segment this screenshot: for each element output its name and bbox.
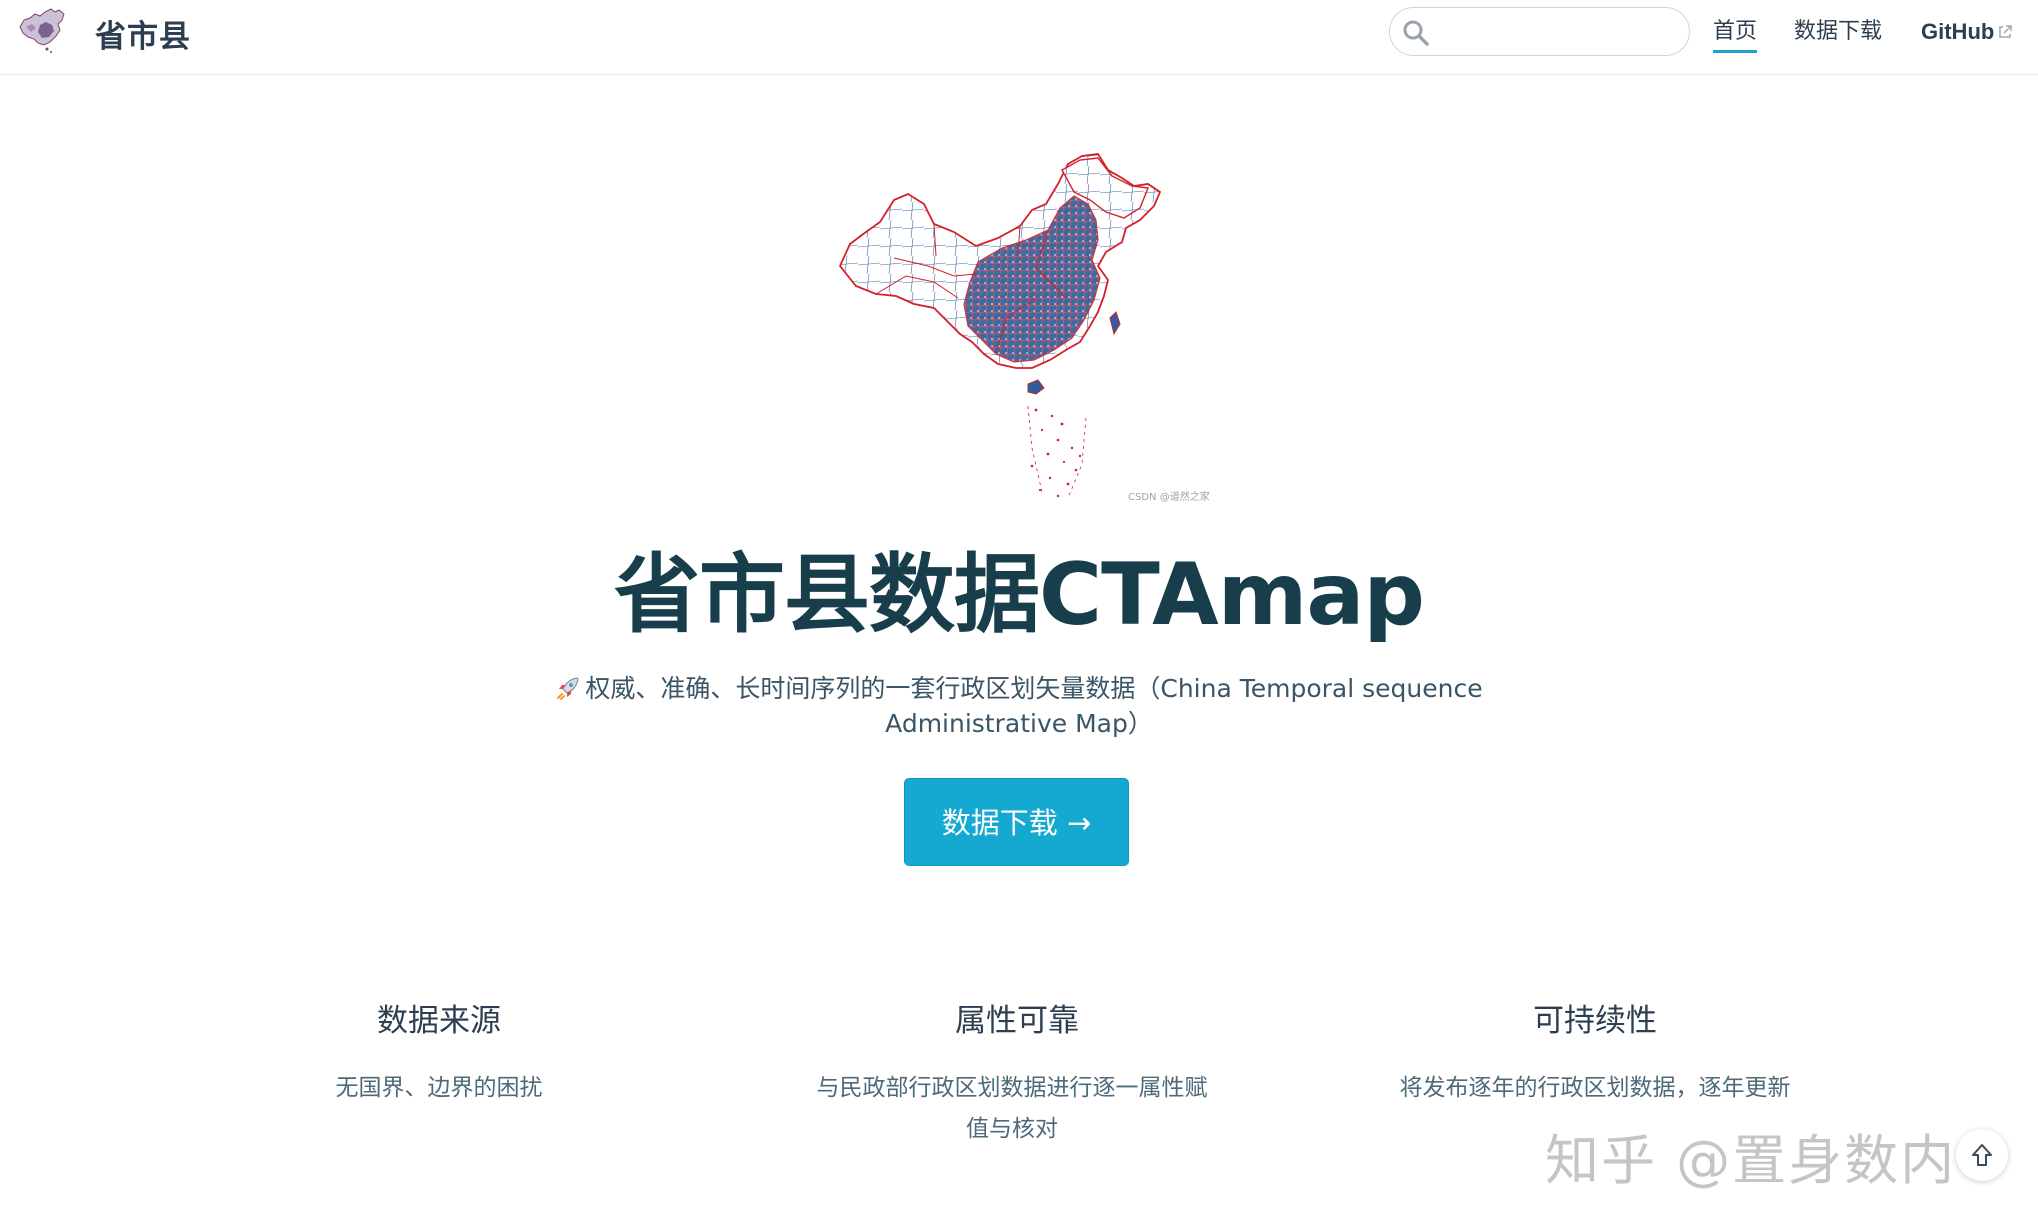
external-link-icon	[1999, 25, 2012, 38]
data-download-button[interactable]: 数据下载 →	[904, 778, 1129, 866]
rocket-icon	[557, 677, 579, 700]
feature-text: 无国界、边界的困扰	[335, 1075, 543, 1101]
back-to-top-button[interactable]	[1956, 1129, 2008, 1181]
navbar: 省市县 首页 数据下载 GitHub	[0, 0, 2038, 75]
arrow-up-icon	[1972, 1144, 1992, 1166]
nav-link-github[interactable]: GitHub	[1921, 17, 1994, 47]
search-input[interactable]	[1438, 14, 1678, 50]
image-caption: CSDN @道然之家	[1128, 492, 1210, 503]
hero-description-line2: Administrative Map）	[885, 709, 1153, 738]
hero-title: 省市县数据CTAmap	[614, 545, 1425, 645]
feature-title: 数据来源	[377, 1003, 501, 1039]
hero-description-line1: 权威、准确、长时间序列的一套行政区划矢量数据（China Temporal se…	[585, 674, 1483, 703]
nav-link-home[interactable]: 首页	[1713, 17, 1758, 53]
china-map-logo-icon[interactable]	[14, 5, 72, 57]
nav-link-download[interactable]: 数据下载	[1794, 17, 1882, 47]
zhihu-watermark: 知乎 @置身数内	[1545, 1129, 1957, 1192]
feature-text: 将发布逐年的行政区划数据，逐年更新	[1399, 1075, 1791, 1101]
hero-description: 权威、准确、长时间序列的一套行政区划矢量数据（China Temporal se…	[540, 671, 1498, 741]
feature-text: 与民政部行政区划数据进行逐一属性赋值与核对	[816, 1075, 1208, 1142]
feature-sustainability: 可持续性 将发布逐年的行政区划数据，逐年更新	[1335, 996, 1855, 1109]
search-icon	[1403, 20, 1429, 46]
search-box[interactable]	[1389, 7, 1690, 56]
china-map-image	[838, 153, 1162, 499]
feature-reliable-attributes: 属性可靠 与民政部行政区划数据进行逐一属性赋值与核对	[757, 996, 1277, 1150]
feature-title: 属性可靠	[955, 1003, 1079, 1039]
brand-title[interactable]: 省市县	[95, 11, 191, 56]
feature-title: 可持续性	[1533, 1003, 1657, 1039]
feature-data-source: 数据来源 无国界、边界的困扰	[179, 996, 699, 1109]
